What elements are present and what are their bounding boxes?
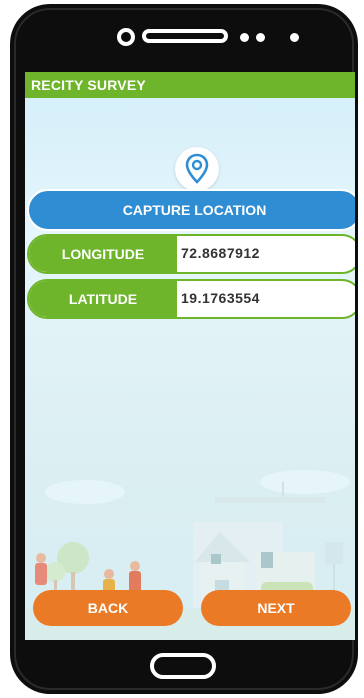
next-button[interactable]: NEXT [201, 590, 351, 626]
longitude-field: LONGITUDE 72.8687912 [27, 234, 355, 274]
front-camera-icon [117, 28, 135, 46]
latitude-label: LATITUDE [29, 281, 177, 317]
latitude-field: LATITUDE 19.1763554 [27, 279, 355, 319]
latitude-input[interactable]: 19.1763554 [181, 281, 260, 317]
app-bar: RECITY SURVEY [25, 72, 355, 98]
sensor-dot [290, 33, 299, 42]
back-button[interactable]: BACK [33, 590, 183, 626]
home-button[interactable] [150, 653, 216, 679]
location-pin-icon[interactable] [175, 147, 219, 191]
speaker-grille [142, 29, 228, 43]
app-title: RECITY SURVEY [31, 77, 146, 93]
sensor-dot [256, 33, 265, 42]
sensor-dot [240, 33, 249, 42]
app-screen: RECITY SURVEY CAPTURE LOCATION LONGITUDE… [25, 72, 355, 640]
longitude-input[interactable]: 72.8687912 [181, 236, 260, 272]
longitude-label: LONGITUDE [29, 236, 177, 272]
capture-location-button[interactable]: CAPTURE LOCATION [27, 189, 355, 231]
